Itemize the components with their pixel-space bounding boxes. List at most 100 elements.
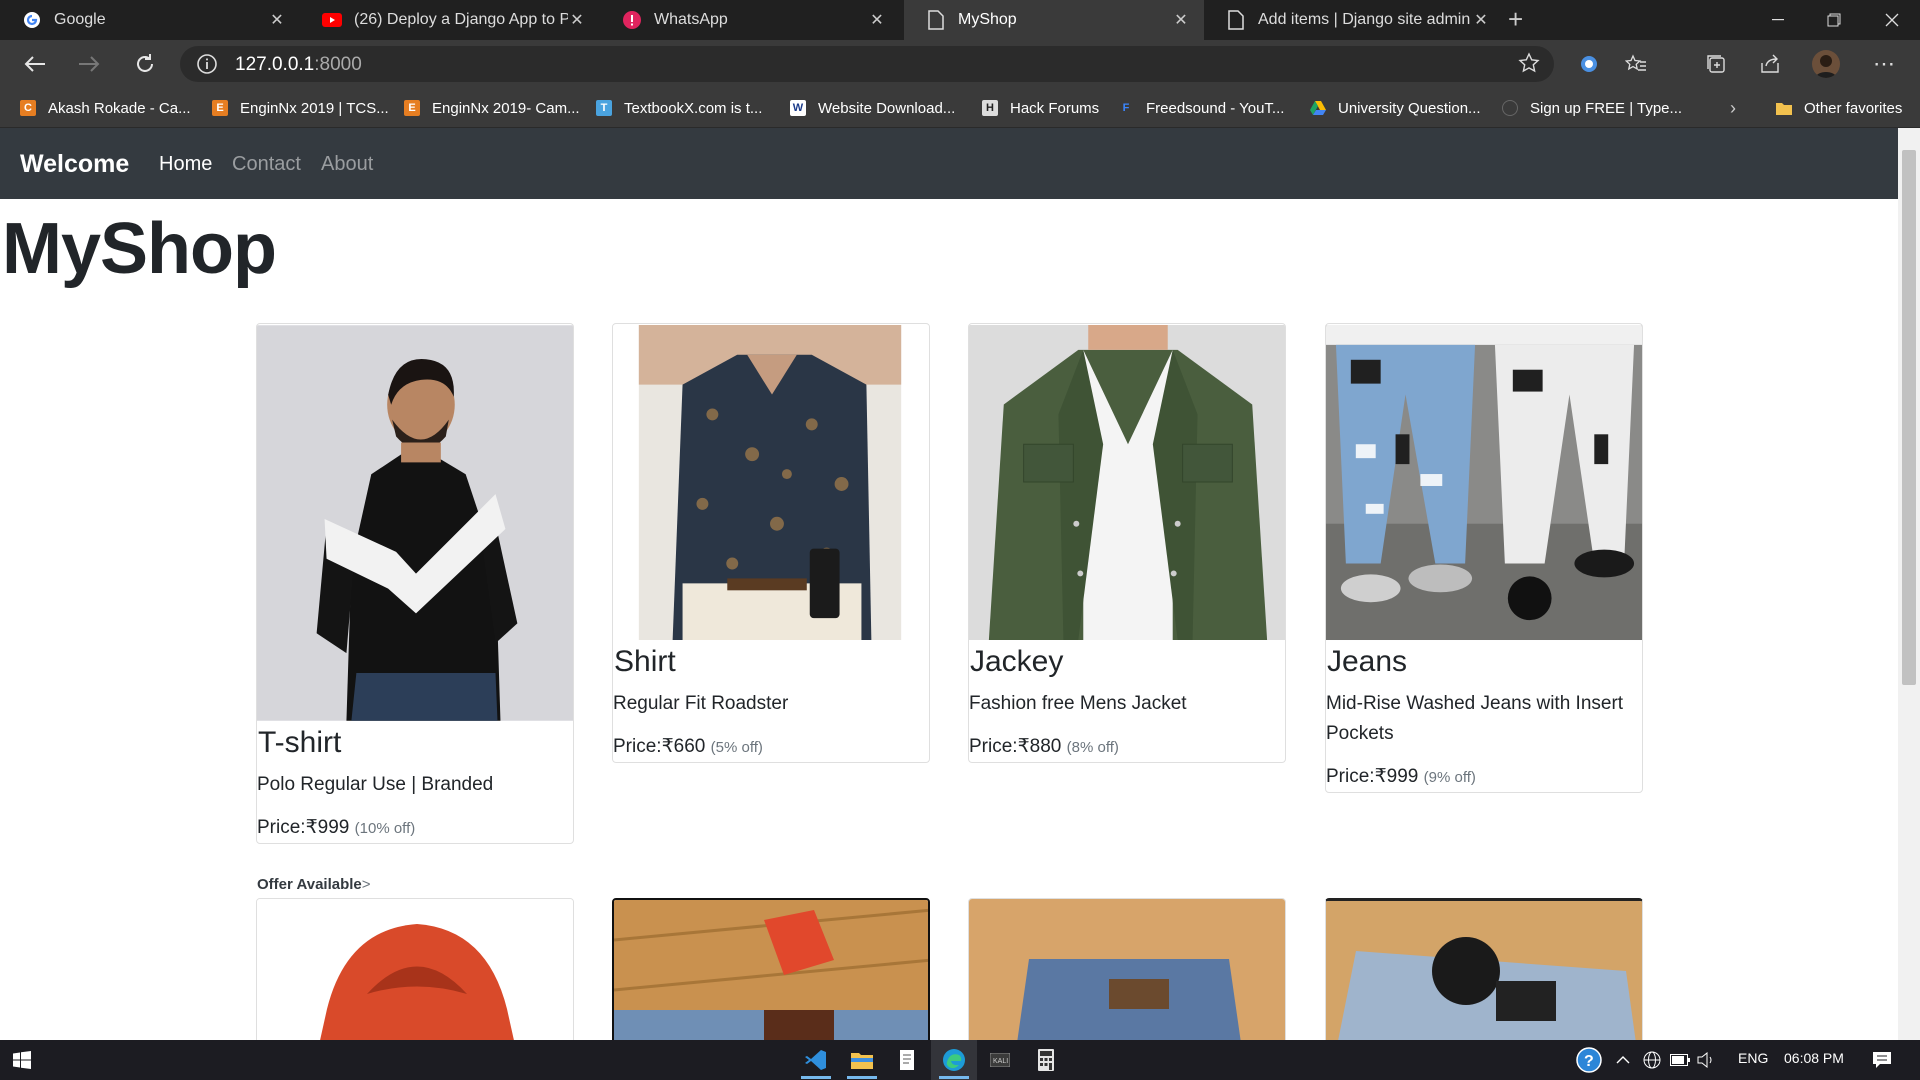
tab-django-admin[interactable]: Add items | Django site admin ✕ xyxy=(1204,0,1504,40)
bookmark-icon: F xyxy=(1122,102,1130,114)
globe-icon[interactable] xyxy=(1640,1040,1664,1080)
scrollbar-thumb[interactable] xyxy=(1902,150,1916,685)
folder-icon xyxy=(1776,100,1792,116)
back-arrow-icon[interactable] xyxy=(18,48,52,80)
tab-myshop[interactable]: MyShop ✕ xyxy=(904,0,1204,40)
product-name: Jeans xyxy=(1327,645,1408,678)
help-icon[interactable]: ? xyxy=(1572,1040,1606,1080)
minimize-button[interactable] xyxy=(1750,0,1806,40)
bookmarks-bar: C Akash Rokade - Ca... E EnginNx 2019 | TC… xyxy=(0,88,1920,128)
product-card: Shirt Regular Fit Roadster Price:₹660 (5… xyxy=(612,323,930,763)
notification-icon[interactable] xyxy=(1864,1040,1900,1080)
bookmark-item[interactable]: E EnginNx 2019 | TCS... xyxy=(212,88,389,128)
tab-title: Google xyxy=(54,11,106,28)
page-icon xyxy=(926,10,946,30)
edge-browser-icon[interactable] xyxy=(931,1040,977,1080)
nav-home[interactable]: Home xyxy=(159,153,212,176)
discount-label: (9% off) xyxy=(1423,769,1476,786)
nav-about[interactable]: About xyxy=(321,153,373,176)
whatsapp-icon xyxy=(622,10,642,30)
nav-contact[interactable]: Contact xyxy=(232,153,301,176)
bookmark-item[interactable]: C Akash Rokade - Ca... xyxy=(20,88,191,128)
battery-icon[interactable] xyxy=(1668,1040,1692,1080)
page-scrollbar[interactable] xyxy=(1898,128,1920,1040)
product-image xyxy=(1326,901,1642,1040)
tab-whatsapp[interactable]: WhatsApp ✕ xyxy=(600,0,900,40)
bookmark-icon: E xyxy=(404,100,420,116)
close-icon[interactable]: ✕ xyxy=(268,10,286,30)
bookmark-item[interactable]: University Question... xyxy=(1310,88,1481,128)
close-icon[interactable]: ✕ xyxy=(868,10,886,30)
more-menu-icon[interactable]: ⋯ xyxy=(1870,50,1898,78)
product-card xyxy=(1325,898,1643,1040)
forward-arrow-icon[interactable] xyxy=(72,48,106,80)
chevron-right-icon[interactable]: › xyxy=(1730,88,1736,128)
windows-taskbar: KALI ? ENG 06:08 PM xyxy=(0,1040,1920,1080)
bookmark-item[interactable]: H Hack Forums xyxy=(982,88,1099,128)
tab-title: MyShop xyxy=(958,11,1017,28)
extension-icon[interactable] xyxy=(1575,50,1603,78)
restore-button[interactable] xyxy=(1806,0,1862,40)
google-icon xyxy=(22,10,42,30)
product-name: Shirt xyxy=(614,645,676,678)
product-image xyxy=(257,899,573,1040)
bookmark-icon: E xyxy=(212,100,228,116)
kali-icon[interactable]: KALI xyxy=(977,1040,1023,1080)
clock[interactable]: 06:08 PM xyxy=(1784,1050,1844,1066)
calculator-icon[interactable] xyxy=(1023,1040,1069,1080)
url-text: 127.0.0.1:8000 xyxy=(235,54,362,75)
favorites-icon[interactable] xyxy=(1622,50,1650,78)
tab-youtube[interactable]: (26) Deploy a Django App to Pyt ✕ xyxy=(300,0,600,40)
bookmark-item[interactable]: F Freedsound - YouT... xyxy=(1118,88,1285,128)
page-icon xyxy=(1226,10,1246,30)
language-indicator[interactable]: ENG xyxy=(1738,1050,1768,1066)
bookmark-item[interactable]: Sign up FREE | Type... xyxy=(1502,88,1682,128)
drive-icon xyxy=(1310,100,1326,116)
bookmark-icon: W xyxy=(790,100,806,116)
address-bar[interactable]: 127.0.0.1:8000 xyxy=(180,46,1554,82)
bookmark-item[interactable]: T TextbookX.com is t... xyxy=(596,88,762,128)
file-explorer-icon[interactable] xyxy=(839,1040,885,1080)
share-icon[interactable] xyxy=(1756,50,1784,78)
refresh-icon[interactable] xyxy=(128,48,162,80)
vscode-icon[interactable] xyxy=(793,1040,839,1080)
close-icon[interactable]: ✕ xyxy=(568,10,586,30)
bookmark-icon: H xyxy=(982,100,998,116)
bookmark-item[interactable]: W Website Download... xyxy=(790,88,955,128)
windows-start-icon[interactable] xyxy=(0,1040,44,1080)
browser-tab-strip: Google ✕ (26) Deploy a Django App to Pyt… xyxy=(0,0,1920,40)
close-icon[interactable]: ✕ xyxy=(1172,10,1190,30)
favorite-star-icon[interactable] xyxy=(1518,52,1540,79)
product-image xyxy=(257,325,573,721)
tab-google[interactable]: Google ✕ xyxy=(0,0,300,40)
discount-label: (8% off) xyxy=(1066,739,1119,756)
notepad-icon[interactable] xyxy=(885,1040,931,1080)
bookmark-icon xyxy=(1502,100,1518,116)
info-icon[interactable] xyxy=(196,53,218,80)
page-title: MyShop xyxy=(2,209,277,289)
product-price: Price:₹999 (10% off) xyxy=(257,817,416,838)
bookmark-icon: C xyxy=(20,100,36,116)
product-image xyxy=(969,324,1285,641)
tab-title: WhatsApp xyxy=(654,11,728,28)
new-tab-button[interactable]: + xyxy=(1508,4,1523,35)
site-navbar: Welcome Home Contact About xyxy=(0,128,1898,199)
product-card: Jeans Mid-Rise Washed Jeans with Insert … xyxy=(1325,323,1643,793)
bookmark-item[interactable]: E EnginNx 2019- Cam... xyxy=(404,88,580,128)
page-viewport: Welcome Home Contact About MyShop T-shir… xyxy=(0,128,1898,1040)
collections-icon[interactable] xyxy=(1702,50,1730,78)
product-price: Price:₹880 (8% off) xyxy=(969,736,1119,757)
other-favorites[interactable]: Other favorites xyxy=(1776,88,1902,128)
close-icon[interactable]: ✕ xyxy=(1472,10,1490,30)
speaker-icon[interactable] xyxy=(1694,1040,1718,1080)
product-image xyxy=(969,899,1285,1040)
bookmark-icon: T xyxy=(596,100,612,116)
navbar-brand[interactable]: Welcome xyxy=(20,150,129,179)
svg-text:?: ? xyxy=(1584,1053,1594,1070)
profile-avatar[interactable] xyxy=(1812,50,1840,78)
offer-available-link[interactable]: Offer Available> xyxy=(257,876,371,893)
product-card: Jackey Fashion free Mens Jacket Price:₹8… xyxy=(968,323,1286,763)
close-window-button[interactable] xyxy=(1864,0,1920,40)
chevron-up-icon[interactable] xyxy=(1612,1040,1634,1080)
product-name: T-shirt xyxy=(258,726,342,759)
